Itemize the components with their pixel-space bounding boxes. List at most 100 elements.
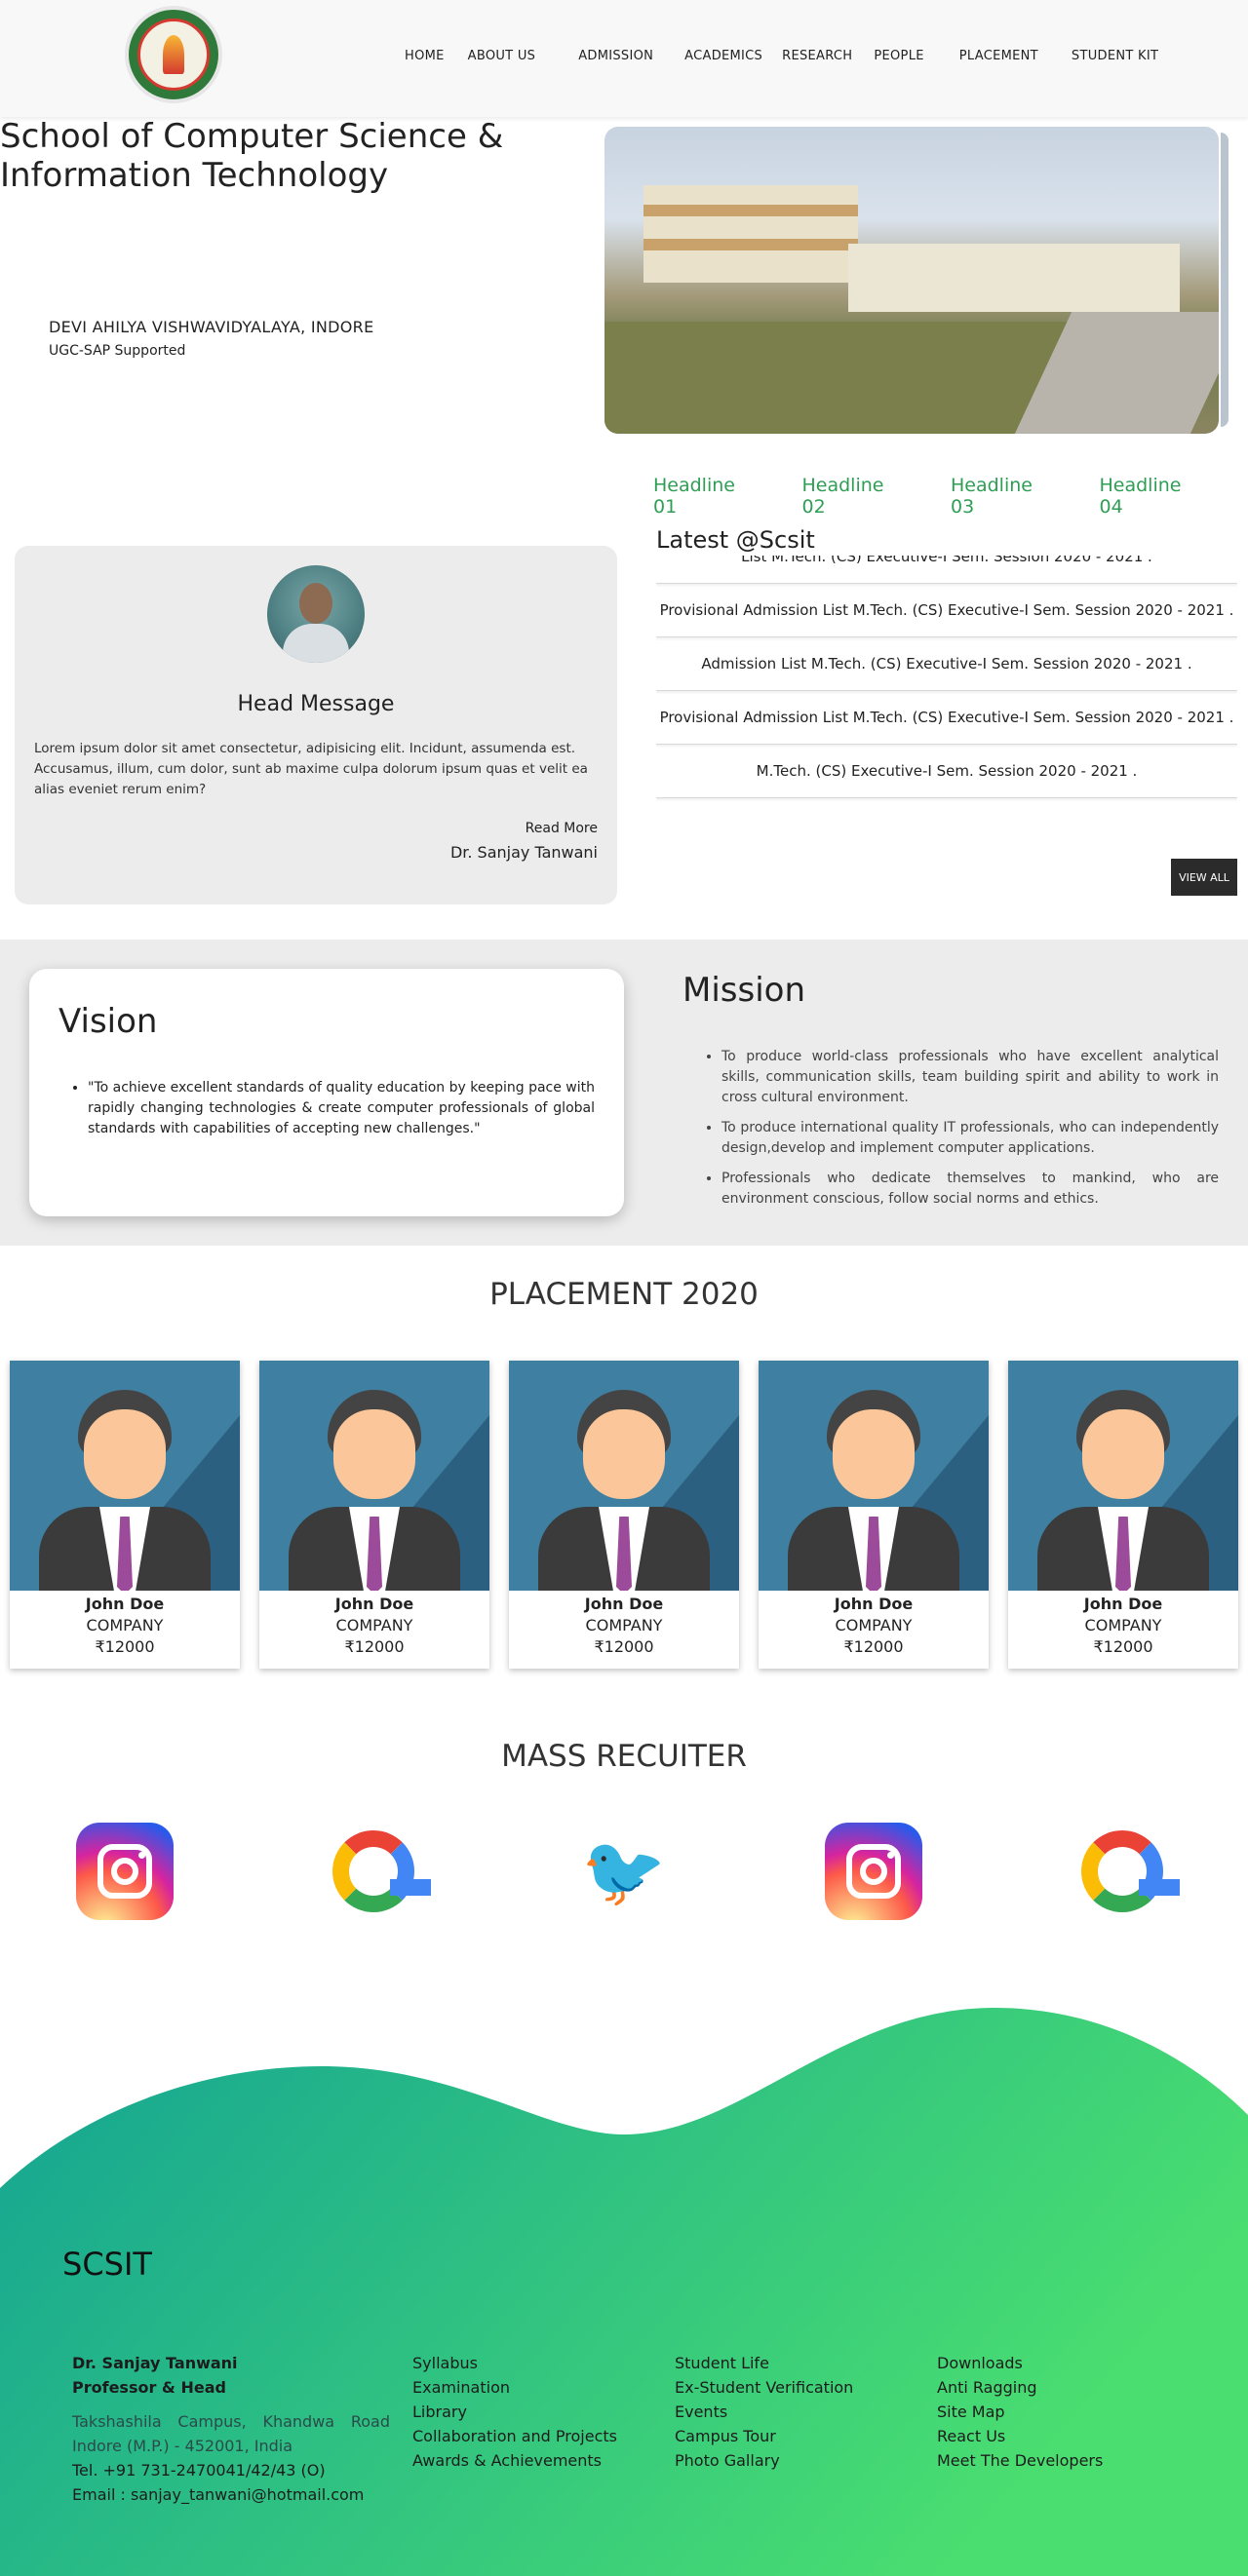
nav-people[interactable]: PEOPLE (874, 49, 923, 63)
university-name: DEVI AHILYA VISHWAVIDYALAYA, INDORE (49, 318, 374, 336)
vision-mission-section: Vision "To achieve excellent standards o… (0, 940, 1248, 1246)
student-photo (259, 1361, 489, 1591)
nav-research[interactable]: RESEARCH (782, 49, 852, 63)
vision-list: "To achieve excellent standards of quali… (88, 1078, 595, 1139)
student-photo (1008, 1361, 1238, 1591)
header: HOME ABOUT US ADMISSION ACADEMICS RESEAR… (0, 0, 1248, 117)
campus-photo (604, 127, 1219, 434)
student-name: John Doe (85, 1595, 165, 1613)
footer-link-downloads[interactable]: Downloads (937, 2351, 1103, 2375)
student-photo (10, 1361, 240, 1591)
student-name: John Doe (834, 1595, 914, 1613)
footer-link-campus-tour[interactable]: Campus Tour (675, 2424, 853, 2448)
instagram-icon[interactable] (825, 1823, 922, 1920)
footer-title: SCSIT (62, 2246, 152, 2283)
footer-link-library[interactable]: Library (412, 2400, 617, 2424)
footer-link-developers[interactable]: Meet The Developers (937, 2448, 1103, 2473)
contact-role: Professor & Head (72, 2378, 226, 2397)
footer-links-col1: Syllabus Examination Library Collaborati… (412, 2351, 617, 2473)
student-salary: ₹12000 (843, 1637, 904, 1656)
vision-card: Vision "To achieve excellent standards o… (29, 969, 624, 1216)
student-name: John Doe (334, 1595, 414, 1613)
student-company: COMPANY (585, 1616, 663, 1634)
contact-phone: Tel. +91 731-2470041/42/43 (O) (72, 2461, 326, 2480)
student-name: John Doe (584, 1595, 664, 1613)
ugc-support: UGC-SAP Supported (49, 343, 186, 359)
headline-04[interactable]: Headline 04 (1100, 475, 1210, 518)
mission-list: To produce world-class professionals who… (722, 1047, 1219, 1219)
latest-item[interactable]: M.Tech. (CS) Executive-I Sem. Session 20… (656, 745, 1237, 798)
contact-email[interactable]: Email : sanjay_tanwani@hotmail.com (72, 2482, 390, 2507)
contact-name: Dr. Sanjay Tanwani (72, 2354, 238, 2372)
footer-link-examination[interactable]: Examination (412, 2375, 617, 2400)
latest-title: Latest @Scsit (656, 526, 1237, 556)
placement-cards: John Doe COMPANY ₹12000 John Doe COMPANY… (10, 1361, 1238, 1669)
placement-card[interactable]: John Doe COMPANY ₹12000 (1008, 1361, 1238, 1669)
footer-link-student-life[interactable]: Student Life (675, 2351, 853, 2375)
student-salary: ₹12000 (95, 1637, 155, 1656)
google-icon[interactable] (325, 1823, 431, 1920)
headline-01[interactable]: Headline 01 (653, 475, 763, 518)
latest-item[interactable]: Provisional Admission List M.Tech. (CS) … (656, 691, 1237, 745)
footer-link-ex-student[interactable]: Ex-Student Verification (675, 2375, 853, 2400)
placement-title: PLACEMENT 2020 (489, 1277, 759, 1312)
read-more-link[interactable]: Read More (526, 821, 598, 836)
footer-link-photo-gallery[interactable]: Photo Gallary (675, 2448, 853, 2473)
footer-link-collaboration[interactable]: Collaboration and Projects (412, 2424, 617, 2448)
placement-card[interactable]: John Doe COMPANY ₹12000 (259, 1361, 489, 1669)
student-photo (509, 1361, 739, 1591)
student-company: COMPANY (835, 1616, 913, 1634)
latest-item[interactable]: Admission List M.Tech. (CS) Executive-I … (656, 637, 1237, 691)
footer-link-syllabus[interactable]: Syllabus (412, 2351, 617, 2375)
student-company: COMPANY (335, 1616, 413, 1634)
student-photo (759, 1361, 989, 1591)
head-name: Dr. Sanjay Tanwani (449, 843, 598, 862)
head-message-text: Lorem ipsum dolor sit amet consectetur, … (34, 741, 588, 797)
vision-item: "To achieve excellent standards of quali… (88, 1078, 595, 1139)
contact-address: Takshashila Campus, Khandwa Road Indore … (72, 2412, 390, 2455)
footer-link-react-us[interactable]: React Us (937, 2424, 1103, 2448)
footer-link-awards[interactable]: Awards & Achievements (412, 2448, 617, 2473)
headline-02[interactable]: Headline 02 (802, 475, 913, 518)
latest-item[interactable]: List M.Tech. (CS) Executive-I Sem. Sessi… (656, 552, 1237, 584)
nav-student-kit[interactable]: STUDENT KIT (1072, 49, 1158, 63)
student-salary: ₹12000 (1093, 1637, 1153, 1656)
footer-link-events[interactable]: Events (675, 2400, 853, 2424)
latest-news-list[interactable]: List M.Tech. (CS) Executive-I Sem. Sessi… (656, 552, 1237, 805)
student-company: COMPANY (1084, 1616, 1162, 1634)
footer: SCSIT Dr. Sanjay Tanwani Professor & Hea… (0, 2008, 1248, 2576)
student-company: COMPANY (86, 1616, 164, 1634)
placement-card[interactable]: John Doe COMPANY ₹12000 (509, 1361, 739, 1669)
nav-academics[interactable]: ACADEMICS (684, 49, 762, 63)
nav-home[interactable]: HOME (405, 49, 445, 63)
placement-card[interactable]: John Doe COMPANY ₹12000 (759, 1361, 989, 1669)
recruiters-title: MASS RECUITER (501, 1739, 747, 1774)
twitter-icon[interactable]: 🐦 (575, 1823, 673, 1920)
head-message-card: Head Message Lorem ipsum dolor sit amet … (15, 546, 617, 904)
student-salary: ₹12000 (594, 1637, 654, 1656)
footer-link-site-map[interactable]: Site Map (937, 2400, 1103, 2424)
mission-item: Professionals who dedicate themselves to… (722, 1169, 1219, 1210)
instagram-icon[interactable] (76, 1823, 174, 1920)
nav-about-us[interactable]: ABOUT US (468, 49, 536, 63)
mission-item: To produce international quality IT prof… (722, 1118, 1219, 1159)
placement-card[interactable]: John Doe COMPANY ₹12000 (10, 1361, 240, 1669)
footer-links-col2: Student Life Ex-Student Verification Eve… (675, 2351, 853, 2473)
footer-links-col3: Downloads Anti Ragging Site Map React Us… (937, 2351, 1103, 2473)
footer-link-anti-ragging[interactable]: Anti Ragging (937, 2375, 1103, 2400)
head-avatar (267, 565, 365, 663)
google-icon[interactable] (1073, 1823, 1180, 1920)
latest-item[interactable]: Provisional Admission List M.Tech. (CS) … (656, 584, 1237, 637)
view-all-button[interactable]: VIEW ALL (1171, 859, 1237, 896)
nav-placement[interactable]: PLACEMENT (959, 49, 1038, 63)
nav-admission[interactable]: ADMISSION (578, 49, 653, 63)
student-name: John Doe (1083, 1595, 1163, 1613)
recruiter-logos: 🐦 (0, 1823, 1248, 1920)
headline-tabs: Headline 01 Headline 02 Headline 03 Head… (653, 475, 1248, 518)
hero-title: School of Computer Science & Information… (0, 117, 504, 195)
mission-title: Mission (682, 971, 806, 1010)
university-logo[interactable] (125, 6, 222, 103)
headline-03[interactable]: Headline 03 (951, 475, 1061, 518)
student-salary: ₹12000 (344, 1637, 405, 1656)
head-message-title: Head Message (237, 692, 395, 716)
